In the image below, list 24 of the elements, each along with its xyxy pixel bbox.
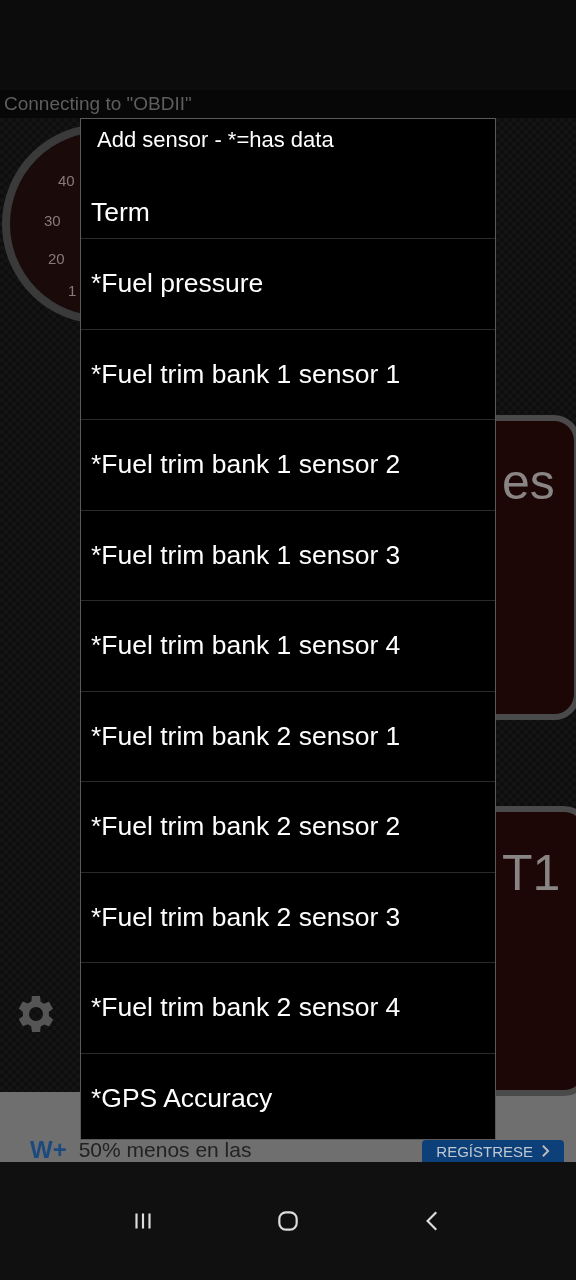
sensor-list-item[interactable]: *GPS Accuracy <box>81 1053 495 1139</box>
ad-logo: W+ <box>30 1138 67 1162</box>
sensor-list-item[interactable]: *Fuel pressure <box>81 239 495 330</box>
sensor-list-item[interactable]: *Fuel trim bank 1 sensor 3 <box>81 510 495 601</box>
dialog-title: Add sensor - *=has data <box>96 126 335 154</box>
gauge-tick-label: 20 <box>48 250 65 267</box>
sensor-list-item[interactable]: *Fuel trim bank 1 sensor 4 <box>81 601 495 692</box>
home-icon[interactable] <box>275 1208 301 1234</box>
sensor-list-item[interactable]: *Fuel trim bank 2 sensor 3 <box>81 872 495 963</box>
register-button[interactable]: REGÍSTRESE <box>422 1140 564 1162</box>
sensor-list-item[interactable]: *Fuel trim bank 1 sensor 2 <box>81 420 495 511</box>
gauge-title: es <box>502 453 555 511</box>
sensor-list-item[interactable]: *Fuel trim bank 2 sensor 4 <box>81 963 495 1054</box>
gauge-tick-label: 30 <box>44 212 61 229</box>
gauge-title: T1 <box>502 844 561 902</box>
sensor-list-item[interactable]: *Fuel trim bank 2 sensor 2 <box>81 782 495 873</box>
connection-status: Connecting to "OBDII" <box>0 90 576 118</box>
gauge-tick-label: 40 <box>58 172 75 189</box>
ad-text: 50% menos en las <box>78 1139 253 1161</box>
sensor-list-item[interactable]: *Fuel trim bank 1 sensor 1 <box>81 329 495 420</box>
chevron-right-icon <box>541 1144 550 1158</box>
sensor-list-item[interactable]: Term <box>81 171 495 239</box>
sensor-list-item[interactable]: *Fuel trim bank 2 sensor 1 <box>81 691 495 782</box>
gauge-tick-label: 1 <box>68 282 77 299</box>
